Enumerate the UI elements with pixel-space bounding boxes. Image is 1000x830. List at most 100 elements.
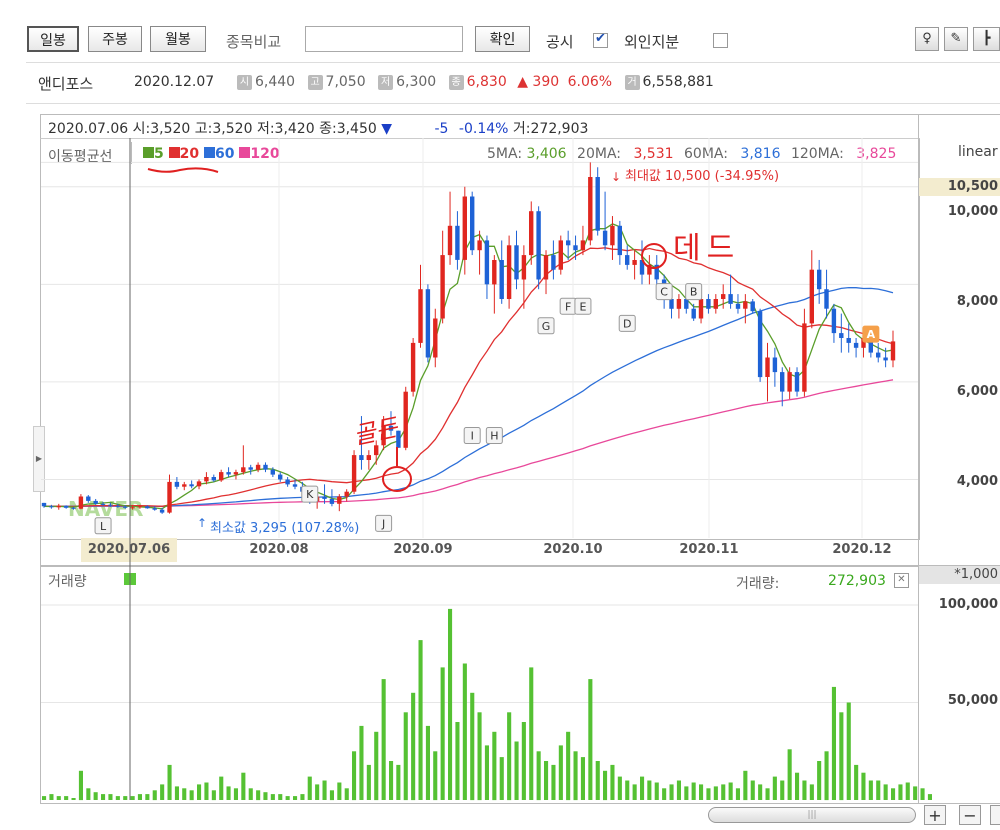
volume-bar bbox=[425, 725, 430, 800]
volume-bar bbox=[551, 764, 556, 800]
marker-label: I bbox=[471, 430, 474, 443]
volume-bar bbox=[610, 764, 615, 800]
volume-bar bbox=[507, 712, 512, 801]
volume-bar bbox=[197, 784, 202, 800]
candle-body bbox=[455, 225, 460, 260]
volume-bar bbox=[927, 794, 932, 800]
candle-body bbox=[410, 342, 416, 392]
candle-body bbox=[728, 294, 733, 304]
candle-body bbox=[669, 299, 674, 309]
volume-bar bbox=[93, 792, 98, 800]
candle-body bbox=[551, 255, 556, 270]
volume-bar bbox=[802, 780, 807, 800]
candle-body bbox=[602, 230, 608, 246]
volume-bar bbox=[750, 780, 755, 800]
volume-bar bbox=[861, 772, 866, 800]
volume-bar bbox=[876, 780, 881, 800]
candle-body bbox=[846, 338, 851, 343]
candle-body bbox=[263, 464, 268, 470]
candle-body bbox=[809, 269, 814, 324]
volume-bar bbox=[684, 786, 689, 800]
volume-bar bbox=[824, 751, 829, 801]
ma-underline-scribble bbox=[147, 167, 219, 173]
volume-bar bbox=[226, 786, 231, 800]
candle-body bbox=[56, 505, 61, 508]
marker-label: F bbox=[565, 300, 571, 313]
volume-bar bbox=[566, 731, 571, 801]
volume-bar bbox=[780, 780, 785, 800]
volume-bar bbox=[359, 725, 364, 800]
candle-body bbox=[772, 357, 778, 373]
candle-body bbox=[93, 500, 98, 504]
candle-body bbox=[78, 496, 84, 509]
candle-body bbox=[536, 211, 541, 280]
candle-body bbox=[440, 255, 445, 319]
volume-bar bbox=[137, 794, 142, 800]
volume-bar bbox=[337, 782, 342, 800]
volume-bar bbox=[883, 784, 888, 800]
candle-body bbox=[787, 372, 792, 392]
volume-bar bbox=[588, 679, 593, 800]
volume-bar bbox=[315, 784, 320, 800]
candle-body bbox=[580, 240, 586, 251]
candle-body bbox=[403, 391, 408, 448]
volume-bar bbox=[389, 761, 394, 800]
marker-f: F bbox=[559, 297, 577, 315]
volume-bar bbox=[484, 745, 489, 800]
candle-body bbox=[123, 506, 128, 508]
volume-bar bbox=[101, 794, 106, 800]
candle-body bbox=[71, 507, 76, 509]
candle-body bbox=[706, 299, 711, 309]
candle-body bbox=[196, 481, 202, 487]
candle-body bbox=[566, 240, 571, 246]
candle-body bbox=[595, 177, 600, 231]
marker-a: A bbox=[862, 325, 880, 343]
candle-body bbox=[189, 484, 194, 487]
volume-bar bbox=[617, 776, 622, 800]
volume-bar bbox=[344, 788, 349, 800]
candle-body bbox=[351, 455, 357, 492]
volume-bar bbox=[839, 712, 844, 801]
volume-bar bbox=[352, 751, 357, 801]
volume-bar bbox=[721, 784, 726, 800]
candle-body bbox=[174, 481, 180, 487]
candle-body bbox=[41, 502, 47, 507]
volume-bar bbox=[285, 796, 290, 800]
volume-bar bbox=[263, 792, 268, 800]
volume-bar bbox=[499, 757, 504, 800]
volume-bar bbox=[270, 794, 275, 800]
candle-body bbox=[462, 196, 467, 260]
volume-bar bbox=[573, 751, 578, 801]
candle-body bbox=[226, 472, 231, 475]
volume-bar bbox=[462, 663, 467, 800]
marker-label: L bbox=[100, 520, 107, 533]
volume-bar bbox=[706, 788, 711, 800]
marker-k: K bbox=[301, 485, 319, 503]
dead-circle bbox=[641, 243, 667, 269]
candle-body bbox=[425, 289, 431, 358]
volume-bar bbox=[411, 692, 416, 801]
volume-bar bbox=[854, 764, 859, 800]
candle-body bbox=[684, 299, 689, 309]
volume-bar bbox=[536, 751, 541, 801]
volume-bar bbox=[278, 794, 283, 800]
volume-bar bbox=[662, 788, 667, 800]
candle-body bbox=[100, 503, 106, 505]
max-arrow: ↓ bbox=[611, 170, 621, 184]
candle-body bbox=[573, 245, 578, 251]
volume-bar bbox=[56, 796, 61, 800]
volume-bar bbox=[691, 782, 696, 800]
ma60-line bbox=[44, 286, 894, 508]
candle-body bbox=[757, 311, 763, 378]
volume-bar bbox=[381, 679, 386, 800]
candle-body bbox=[285, 479, 290, 485]
volume-bar bbox=[204, 782, 209, 800]
marker-i: I bbox=[463, 427, 481, 445]
marker-label: B bbox=[690, 286, 698, 299]
candle-body bbox=[418, 289, 423, 343]
candle-body bbox=[204, 477, 209, 482]
volume-bar bbox=[160, 784, 165, 800]
candle-body bbox=[735, 303, 741, 309]
marker-l: L bbox=[94, 517, 112, 535]
volume-bar bbox=[831, 686, 836, 800]
